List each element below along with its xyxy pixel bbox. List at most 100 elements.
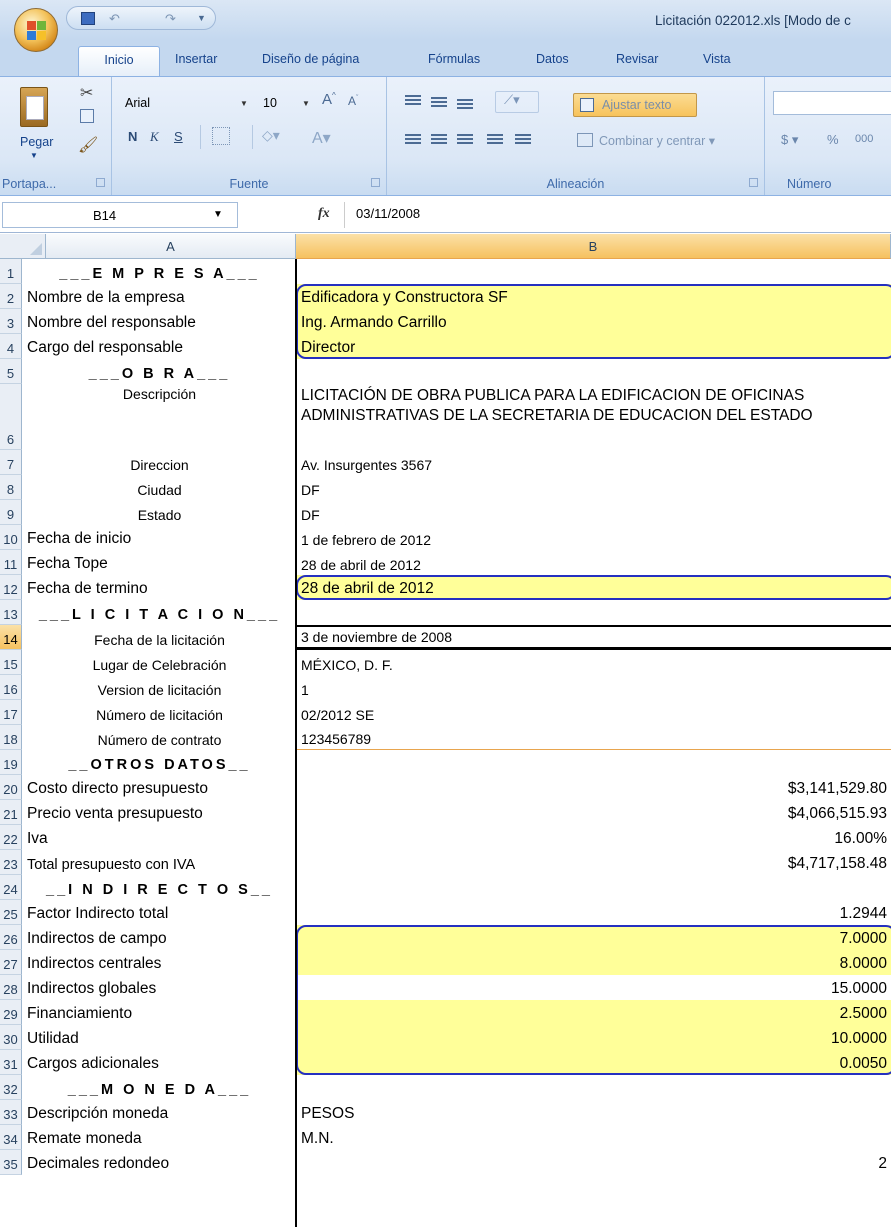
cell-b[interactable]: 1 [297,675,891,700]
column-header-a[interactable]: A [46,234,296,259]
cell-a[interactable]: Fecha de inicio [23,525,296,550]
row-header[interactable]: 26 [0,925,22,950]
cell-a[interactable]: Número de licitación [23,700,296,725]
cell-b[interactable]: 7.0000 [297,925,891,950]
decrease-indent-icon[interactable] [487,134,503,146]
select-all-button[interactable] [0,234,46,259]
cell-b-selected[interactable]: 3 de noviembre de 2008 [297,625,891,650]
orientation-icon[interactable]: ⟋▾ [495,91,539,113]
fill-color-icon[interactable]: ◇▾ [262,127,280,144]
cell-b[interactable]: LICITACIÓN DE OBRA PUBLICA PARA LA EDIFI… [297,384,891,450]
cell-a[interactable]: Indirectos globales [23,975,296,1000]
tab-vista[interactable]: Vista [703,52,731,66]
tab-datos[interactable]: Datos [536,52,569,66]
row-header[interactable]: 17 [0,700,22,725]
cell-b[interactable]: 02/2012 SE [297,700,891,725]
row-header[interactable]: 35 [0,1150,22,1175]
increase-indent-icon[interactable] [515,134,531,146]
cell-b[interactable]: 28 de abril de 2012 [297,575,891,600]
cell-b[interactable] [297,359,891,384]
cell-b[interactable]: MÉXICO, D. F. [297,650,891,675]
cell-a[interactable]: ___O B R A___ [23,359,296,384]
cell-a[interactable]: Version de licitación [23,675,296,700]
align-right-icon[interactable] [457,134,473,146]
column-header-b[interactable]: B [296,234,891,259]
customize-qat-icon[interactable]: ▼ [197,12,211,25]
row-header[interactable]: 32 [0,1075,22,1100]
row-header[interactable]: 4 [0,334,22,359]
format-painter-icon[interactable]: 🖌 [78,135,98,155]
cell-b[interactable] [297,600,891,625]
merge-cells-icon[interactable] [577,133,593,147]
clipboard-launcher-icon[interactable] [96,178,105,187]
align-bottom-icon[interactable] [457,99,473,111]
row-header[interactable]: 29 [0,1000,22,1025]
cell-a[interactable]: __OTROS DATOS__ [23,750,296,775]
copy-icon[interactable] [80,109,94,123]
tab-inicio[interactable]: Inicio [78,46,160,76]
cell-b[interactable]: Edificadora y Constructora SF [297,284,891,309]
row-header[interactable]: 6 [0,384,22,450]
cell-a[interactable]: Estado [23,500,296,525]
cell-a[interactable]: Indirectos centrales [23,950,296,975]
cell-a[interactable]: Lugar de Celebración [23,650,296,675]
wrap-text-button[interactable]: Ajustar texto [573,93,697,117]
cell-a[interactable]: ___E M P R E S A___ [23,259,296,284]
cell-b[interactable] [297,875,891,900]
font-launcher-icon[interactable] [371,178,380,187]
cell-a[interactable]: __I N D I R E C T O S__ [23,875,296,900]
row-header[interactable]: 10 [0,525,22,550]
cell-a[interactable]: Fecha de termino [23,575,296,600]
cell-b[interactable]: 2.5000 [297,1000,891,1025]
formula-input[interactable]: 03/11/2008 [356,206,420,221]
row-header[interactable]: 16 [0,675,22,700]
redo-icon[interactable]: ↷ [165,12,179,25]
cell-a[interactable]: Precio venta presupuesto [23,800,296,825]
undo-icon[interactable]: ↶ [109,12,123,25]
italic-button[interactable]: K [150,129,159,145]
paste-button[interactable]: Pegar [20,135,53,149]
paste-icon[interactable] [20,87,48,127]
row-header[interactable]: 14 [0,625,22,650]
cell-a[interactable]: Total presupuesto con IVA [23,850,296,875]
row-header[interactable]: 28 [0,975,22,1000]
borders-icon[interactable] [212,127,230,145]
font-size-dropdown-icon[interactable]: ▼ [302,99,310,108]
office-button[interactable] [14,8,58,52]
cell-b[interactable]: 10.0000 [297,1025,891,1050]
cell-a[interactable]: Cargo del responsable [23,334,296,359]
cell-a[interactable]: Direccion [23,450,296,475]
cell-b[interactable]: Ing. Armando Carrillo [297,309,891,334]
paste-dropdown-icon[interactable]: ▼ [30,151,38,160]
currency-button[interactable]: $ ▾ [781,132,798,148]
cell-a[interactable]: Descripción moneda [23,1100,296,1125]
cell-a[interactable]: Nombre de la empresa [23,284,296,309]
worksheet-grid[interactable]: A B 1 ___E M P R E S A___ 2 Nombre de la em… [0,234,891,1227]
align-middle-icon[interactable] [431,97,447,109]
row-header[interactable]: 7 [0,450,22,475]
cell-b[interactable]: 28 de abril de 2012 [297,550,891,575]
cell-a[interactable]: Remate moneda [23,1125,296,1150]
cell-b[interactable]: 2 [297,1150,891,1175]
row-header[interactable]: 18 [0,725,22,750]
row-header[interactable]: 21 [0,800,22,825]
align-left-icon[interactable] [405,134,421,146]
cell-a[interactable]: Indirectos de campo [23,925,296,950]
cell-b[interactable] [297,259,891,284]
font-name-select[interactable]: Arial [120,91,256,115]
tab-formulas[interactable]: Fórmulas [428,52,480,66]
row-header[interactable]: 15 [0,650,22,675]
tab-diseno-pagina[interactable]: Diseño de página [262,52,359,66]
cell-b[interactable]: 1.2944 [297,900,891,925]
name-box[interactable]: B14 ▼ [2,202,238,228]
row-header[interactable]: 8 [0,475,22,500]
cell-a[interactable]: Financiamiento [23,1000,296,1025]
cell-b[interactable]: 0.0050 [297,1050,891,1075]
cell-b[interactable]: Director [297,334,891,359]
cell-a[interactable]: Cargos adicionales [23,1050,296,1075]
row-header[interactable]: 13 [0,600,22,625]
cell-a[interactable]: Factor Indirecto total [23,900,296,925]
bold-button[interactable]: N [128,129,137,144]
cell-b[interactable]: 1 de febrero de 2012 [297,525,891,550]
number-format-select[interactable] [773,91,891,115]
